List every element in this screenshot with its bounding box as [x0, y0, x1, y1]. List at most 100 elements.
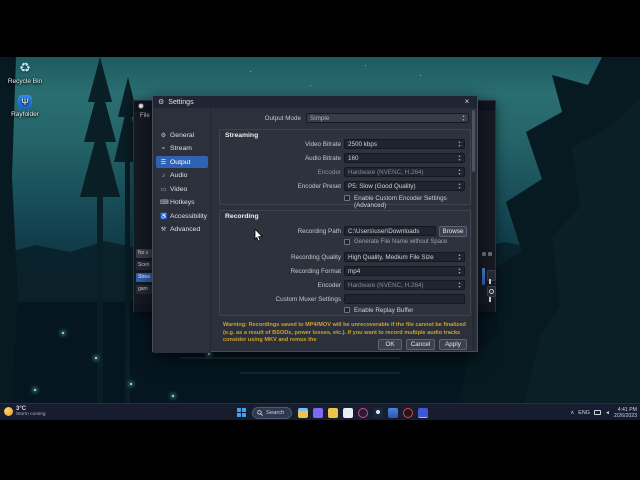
rayfolder-app-icon: Ψ [18, 95, 32, 109]
desktop-icon-label: Rayfolder [11, 111, 39, 118]
clock[interactable]: 4:41 PM 2/26/2023 [614, 407, 637, 419]
weather-desc: Storm coming [16, 412, 46, 417]
dock-item-selected[interactable]: Strea [136, 273, 153, 282]
tray-date: 2/26/2023 [614, 413, 637, 419]
star [365, 65, 366, 66]
search-input[interactable]: Search [252, 407, 292, 419]
audio-bitrate-input[interactable]: 160 [344, 153, 465, 163]
start-button[interactable] [237, 408, 247, 418]
broadcast-icon: ≈ [160, 146, 167, 152]
recording-path-label: Recording Path [219, 228, 341, 235]
firefly [34, 389, 36, 391]
weather-widget[interactable]: 3°C Storm coming [4, 406, 46, 417]
pause-button[interactable] [487, 270, 496, 281]
app-icon-blue[interactable] [388, 408, 398, 418]
dropdown-arrows-icon[interactable] [456, 267, 463, 275]
dock-gear-icon[interactable] [482, 252, 486, 256]
replay-buffer-checkbox[interactable] [344, 307, 350, 313]
app-icon-red-ring[interactable] [403, 408, 413, 418]
recording-format-select[interactable]: mp4 [344, 266, 465, 276]
generate-filename-checkbox[interactable] [344, 239, 350, 245]
encoder-preset-select[interactable]: P5: Slow (Good Quality) [344, 181, 465, 191]
firefly [95, 357, 97, 359]
encoder-preset-label: Encoder Preset [219, 183, 341, 190]
audio-bitrate-label: Audio Bitrate [219, 155, 341, 162]
language-indicator[interactable]: ENG [578, 410, 590, 416]
settings-nav: ⚙General ≈Stream ☰Output ♪Audio ▭Video ⌨… [153, 108, 211, 353]
output-icon: ☰ [160, 159, 167, 166]
cancel-button[interactable]: Cancel [406, 339, 435, 350]
nav-hotkeys[interactable]: ⌨Hotkeys [156, 197, 208, 209]
mouse-cursor [254, 229, 263, 242]
record-stop-button[interactable] [487, 286, 496, 297]
ok-button[interactable]: OK [378, 339, 402, 350]
nav-advanced[interactable]: ⚒Advanced [156, 224, 208, 236]
tray-chevron-icon[interactable]: ∧ [570, 410, 574, 416]
file-explorer-icon[interactable] [298, 408, 308, 418]
menu-file[interactable]: File [140, 113, 150, 119]
display-icon[interactable] [594, 410, 601, 415]
volume-icon[interactable]: ◄ [605, 410, 610, 416]
scrollbar-thumb[interactable] [472, 110, 475, 172]
desktop-icon-rayfolder[interactable]: Ψ Rayfolder [2, 95, 48, 118]
dropdown-arrows-icon[interactable] [456, 253, 463, 261]
desktop-icon-recycle-bin[interactable]: ♻ Recycle Bin [2, 60, 48, 85]
recording-quality-select[interactable]: High Quality, Medium File Size [344, 252, 465, 262]
nav-video[interactable]: ▭Video [156, 183, 208, 195]
steam-icon[interactable] [373, 408, 383, 418]
firefly [130, 383, 132, 385]
close-icon[interactable]: × [461, 96, 473, 108]
dock-item[interactable]: No s [136, 249, 153, 258]
screen: ♻ Recycle Bin Ψ Rayfolder File No s Scen… [0, 0, 640, 480]
tray-time: 4:41 PM [614, 407, 637, 413]
settings-title: Settings [168, 99, 193, 106]
settings-titlebar[interactable]: ⚙ Settings × [153, 96, 477, 108]
taskbar: 3°C Storm coming Search ∧ ENG ◄ 4:41 PM … [0, 403, 640, 420]
nav-output[interactable]: ☰Output [156, 156, 208, 168]
accessibility-icon: ♿ [160, 213, 167, 220]
custom-encoder-checkbox[interactable] [344, 195, 350, 201]
output-mode-select[interactable]: Simple [306, 113, 469, 123]
apply-button[interactable]: Apply [439, 339, 467, 350]
settings-scrollbar[interactable] [472, 110, 475, 349]
weather-sun-icon [4, 407, 13, 416]
app-icon-pink-ring[interactable] [358, 408, 368, 418]
custom-encoder-checkbox-label: Enable Custom Encoder Settings (Advanced… [354, 195, 477, 209]
star [420, 75, 421, 76]
stream-encoder-select[interactable]: Hardware (NVENC, H.264) [344, 167, 465, 177]
video-bitrate-label: Video Bitrate [219, 141, 341, 148]
video-bitrate-input[interactable]: 2500 kbps [344, 139, 465, 149]
monitor-icon: ▭ [160, 186, 167, 193]
dock-item[interactable]: Scen [136, 261, 153, 270]
dropdown-arrows-icon[interactable] [456, 168, 463, 176]
recording-path-input[interactable]: C:\Users\user\Downloads [344, 226, 436, 236]
dropdown-arrows-icon[interactable] [456, 281, 463, 289]
spinner-arrows-icon[interactable] [456, 154, 463, 162]
app-icon-white[interactable] [343, 408, 353, 418]
recording-header: Recording [225, 213, 259, 220]
firefly [208, 353, 210, 355]
gear-icon: ⚙ [160, 132, 167, 139]
spinner-arrows-icon[interactable] [456, 140, 463, 148]
nav-stream[interactable]: ≈Stream [156, 143, 208, 155]
app-icon-purple[interactable] [313, 408, 323, 418]
recycle-bin-icon: ♻ [18, 60, 33, 76]
dock-item[interactable]: gam [136, 285, 153, 294]
dock-gear-icon[interactable] [488, 252, 492, 256]
desktop-icon-label: Recycle Bin [8, 78, 42, 85]
obs-taskbar-icon[interactable] [418, 408, 428, 418]
obs-logo-icon [138, 103, 144, 109]
settings-dialog: ⚙ Settings × ⚙General ≈Stream ☰Output ♪A… [152, 95, 478, 352]
recording-encoder-select[interactable]: Hardware (NVENC, H.264) [344, 280, 465, 290]
dropdown-arrows-icon[interactable] [460, 114, 467, 122]
recording-encoder-label: Encoder [219, 282, 341, 289]
dropdown-arrows-icon[interactable] [456, 182, 463, 190]
nav-audio[interactable]: ♪Audio [156, 170, 208, 182]
generate-filename-label: Generate File Name without Space [354, 239, 447, 245]
nav-accessibility[interactable]: ♿Accessibility [156, 210, 208, 222]
folder-icon[interactable] [328, 408, 338, 418]
custom-muxer-input[interactable] [344, 294, 465, 304]
browse-button[interactable]: Browse [439, 226, 467, 237]
speaker-icon: ♪ [160, 173, 167, 179]
nav-general[interactable]: ⚙General [156, 129, 208, 141]
